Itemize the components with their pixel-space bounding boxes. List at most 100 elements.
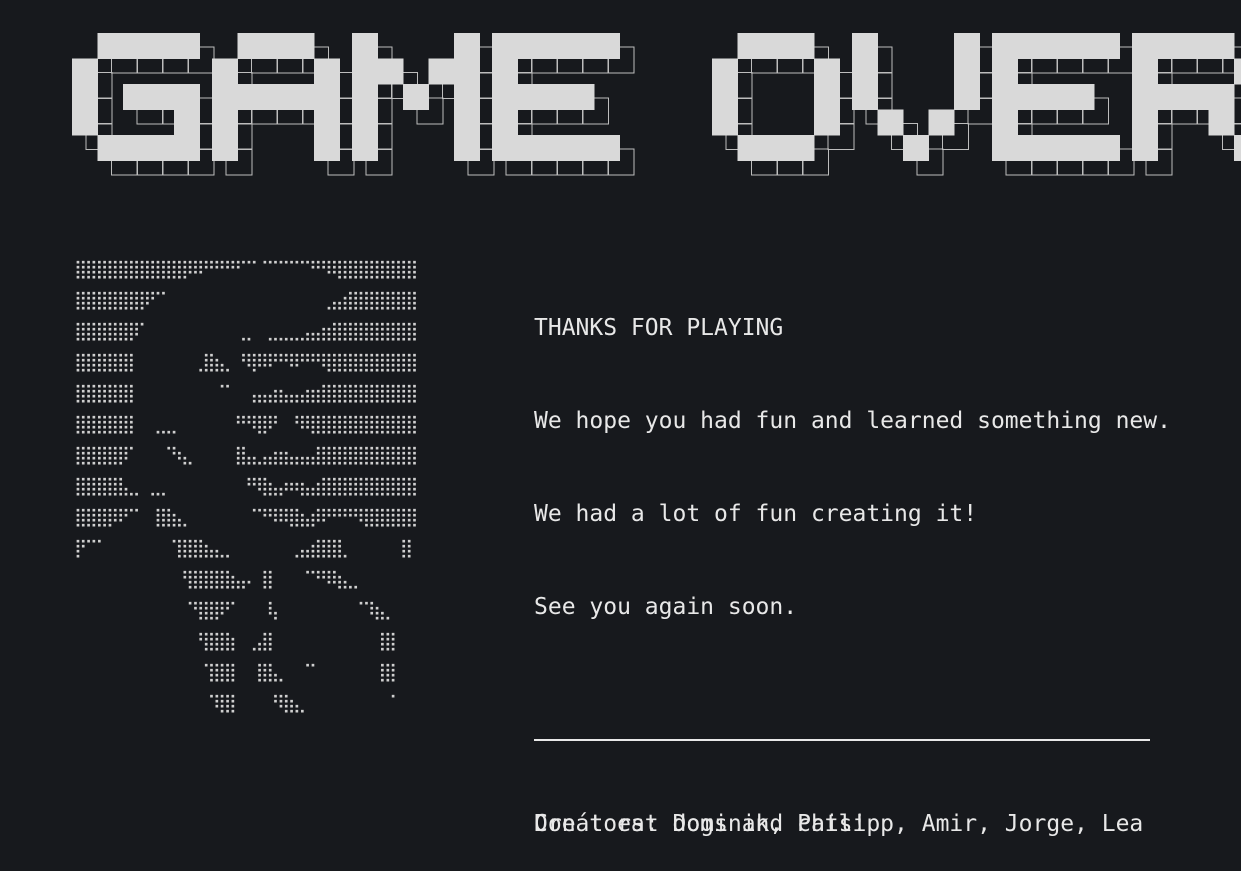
title-pixel [1234, 59, 1241, 85]
title-pixel [712, 110, 738, 136]
title-pixel [712, 59, 738, 85]
title-pixel [174, 135, 200, 161]
message-line-3: See you again soon. [534, 592, 1171, 623]
title-pixel [352, 84, 378, 110]
title-pixel [1132, 33, 1158, 59]
title-pixel [518, 84, 544, 110]
title-pixel [1094, 33, 1120, 59]
title-pixel [569, 84, 595, 110]
title-pixel [123, 135, 149, 161]
title-pixel [1132, 135, 1158, 161]
title-pixel [814, 110, 840, 136]
title-pixel [492, 84, 518, 110]
title-pixel [149, 33, 175, 59]
title-pixel [403, 84, 429, 110]
title-pixel [98, 135, 124, 161]
title-pixel [1132, 84, 1158, 110]
title-pixel [314, 135, 340, 161]
title-pixel [212, 84, 238, 110]
title-pixel [289, 84, 315, 110]
title-pixel [992, 84, 1018, 110]
credits-footer: Creators: Dominik, Philipp, Amir, Jorge,… [534, 655, 1150, 871]
title-pixel [1183, 84, 1209, 110]
title-pixel [763, 135, 789, 161]
title-pixel [352, 135, 378, 161]
title-pixel [1158, 33, 1184, 59]
message-line-1: We hope you had fun and learned somethin… [534, 406, 1171, 437]
title-pixel [1018, 135, 1044, 161]
title-pixel [314, 110, 340, 136]
title-pixel [1069, 135, 1095, 161]
title-pixel [454, 84, 480, 110]
title-pixel [929, 110, 955, 136]
title-pixel [738, 135, 764, 161]
title-pixel [852, 59, 878, 85]
title-pixel [543, 84, 569, 110]
title-pixel [1043, 33, 1069, 59]
title-pixel [149, 135, 175, 161]
title-pixel [543, 135, 569, 161]
title-letters [72, 33, 1241, 161]
title-pixel [1209, 84, 1235, 110]
game-over-title [0, 0, 1241, 230]
title-pixel [543, 33, 569, 59]
title-pixel [814, 84, 840, 110]
title-pixel [454, 135, 480, 161]
title-pixel [852, 33, 878, 59]
title-pixel [1209, 110, 1235, 136]
title-pixel [72, 84, 98, 110]
title-pixel [98, 33, 124, 59]
title-pixel [789, 135, 815, 161]
title-pixel [378, 59, 404, 85]
title-pixel [289, 33, 315, 59]
title-pixel [763, 33, 789, 59]
title-pixel [1069, 84, 1095, 110]
title-pixel [429, 59, 455, 85]
title-pixel [454, 110, 480, 136]
title-pixel [314, 59, 340, 85]
title-pixel [569, 135, 595, 161]
title-pixel [492, 59, 518, 85]
title-pixel [352, 59, 378, 85]
title-pixel [1069, 33, 1095, 59]
title-pixel [992, 59, 1018, 85]
title-pixel [123, 33, 149, 59]
title-pixel [352, 33, 378, 59]
title-pixel [174, 33, 200, 59]
ascii-art-portrait: ⣿⣿⣿⣿⣿⣿⣿⣿⣿⣿⡿⠿⠛⠛⠛⠋⠉⠈⠉⠉⠉⠉⠛⠻⢿⣿⣿⣿⣿⣿⣿⣿ ⣿⣿⣿⣿⣿⣿⡿… [74, 254, 416, 719]
title-pixel [954, 33, 980, 59]
title-pixel [1183, 33, 1209, 59]
title-pixel [569, 33, 595, 59]
title-pixel [789, 33, 815, 59]
title-pixel [123, 84, 149, 110]
title-pixel [954, 59, 980, 85]
title-pixel [174, 84, 200, 110]
title-pixel [1132, 110, 1158, 136]
message-line-2: We had a lot of fun creating it! [534, 499, 1171, 530]
title-pixel [454, 59, 480, 85]
title-pixel [903, 135, 929, 161]
title-pixel [314, 84, 340, 110]
title-pixel [1094, 135, 1120, 161]
title-pixel [1018, 84, 1044, 110]
title-pixel [1209, 33, 1235, 59]
title-pixel [992, 33, 1018, 59]
title-pixel [212, 59, 238, 85]
title-pixel [1234, 135, 1241, 161]
title-pixel [72, 59, 98, 85]
title-pixel [352, 110, 378, 136]
title-pixel [149, 84, 175, 110]
title-pixel [878, 110, 904, 136]
title-pixel [1158, 84, 1184, 110]
title-pixel [992, 135, 1018, 161]
title-pixel [814, 59, 840, 85]
title-pixel [1018, 33, 1044, 59]
title-pixel [738, 33, 764, 59]
title-pixel [518, 33, 544, 59]
title-pixel [1043, 135, 1069, 161]
divider [534, 739, 1150, 741]
title-pixel [518, 135, 544, 161]
title-pixel [954, 84, 980, 110]
title-pixel [212, 135, 238, 161]
title-pixel [1043, 84, 1069, 110]
